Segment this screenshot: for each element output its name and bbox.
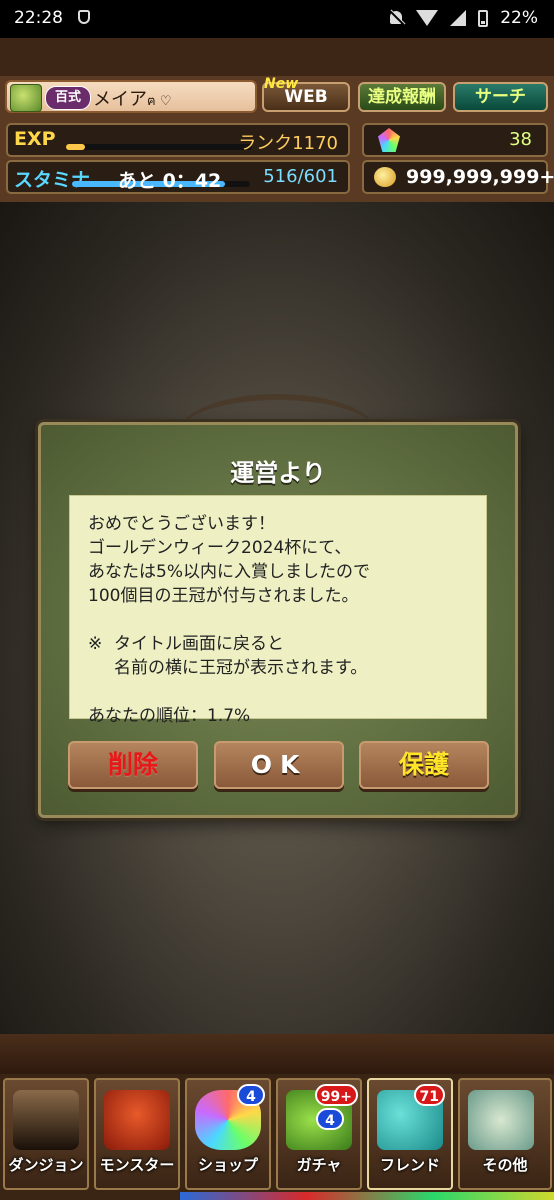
signal-icon: [450, 10, 467, 26]
nav-shop-label: ショップ: [197, 1156, 258, 1174]
new-tag: New: [264, 76, 299, 92]
notifications-off-icon: [388, 10, 404, 26]
stamina-value: 516/601: [263, 166, 338, 187]
bottom-nav: ダンジョン モンスター 4 ショップ 99+ 4 ガチャ 71 フレンド その他: [0, 1034, 554, 1200]
stamina-timer: あと 0：42: [118, 170, 222, 192]
nav-friend[interactable]: 71 フレンド: [367, 1078, 453, 1190]
player-name-bar[interactable]: 百式 メイアฅ ♡: [5, 80, 257, 113]
nav-gacha-label: ガチャ: [296, 1156, 342, 1174]
exp-label: EXP: [14, 128, 56, 150]
dialog-message-panel: おめでとうございます！ ゴールデンウィーク2024杯にて、 あなたは5%以内に入…: [69, 495, 487, 726]
nav-friend-label: フレンド: [379, 1156, 440, 1174]
status-time: 22:28: [14, 8, 63, 28]
magic-stone-counter[interactable]: 38: [362, 123, 548, 157]
rank-text: ランク1170: [238, 133, 338, 154]
magic-stone-count: 38: [509, 129, 532, 150]
notice-dialog: 運営より おめでとうございます！ ゴールデンウィーク2024杯にて、 あなたは5…: [38, 422, 518, 818]
nav-gacha[interactable]: 99+ 4 ガチャ: [276, 1078, 362, 1190]
stamina-label: スタミナ: [14, 169, 91, 191]
protect-button[interactable]: 保護: [359, 741, 489, 789]
battery-percent: 22%: [500, 8, 538, 28]
battery-icon: [478, 9, 489, 27]
exp-bar: EXP ランク1170: [6, 123, 350, 157]
question-mark-icon: [468, 1090, 534, 1150]
dragon-icon: [104, 1090, 170, 1150]
gacha-badge: 99+: [314, 1084, 358, 1106]
dungeon-gate-icon: [13, 1090, 79, 1150]
leader-avatar: [10, 84, 42, 112]
nav-shop[interactable]: 4 ショップ: [185, 1078, 271, 1190]
gacha-badge-secondary: 4: [316, 1108, 344, 1130]
coin-counter: 999,999,999+: [362, 160, 554, 194]
nav-other[interactable]: その他: [458, 1078, 552, 1190]
shield-icon: [78, 10, 90, 24]
coin-icon: [374, 167, 396, 187]
ok-button[interactable]: OK: [214, 741, 344, 789]
dialog-message: おめでとうございます！ ゴールデンウィーク2024杯にて、 あなたは5%以内に入…: [88, 514, 370, 606]
nav-dungeon-label: ダンジョン: [8, 1156, 84, 1174]
exp-fill: [66, 144, 85, 150]
dialog-note-text: タイトル画面に戻ると 名前の横に王冠が表示されます。: [114, 634, 368, 678]
delete-button[interactable]: 削除: [68, 741, 198, 789]
friend-badge: 71: [413, 1084, 445, 1106]
shop-badge: 4: [237, 1084, 265, 1106]
dialog-note: ※ タイトル画面に戻ると 名前の横に王冠が表示されます。: [88, 632, 468, 680]
nav-dungeon[interactable]: ダンジョン: [3, 1078, 89, 1190]
nav-monster[interactable]: モンスター: [94, 1078, 180, 1190]
coin-count: 999,999,999+: [406, 166, 554, 188]
dialog-rank-line: あなたの順位：1.7%: [88, 706, 251, 726]
dialog-title: 運営より: [230, 459, 326, 487]
status-bar: 22:28 22%: [0, 0, 554, 38]
note-mark: ※: [88, 634, 103, 654]
magic-stone-icon: [378, 128, 400, 152]
achievement-rewards-button[interactable]: 達成報酬: [358, 82, 446, 112]
stamina-bar: スタミナ あと 0：42 516/601: [6, 160, 350, 194]
wifi-icon: [416, 10, 439, 26]
nav-monster-label: モンスター: [99, 1156, 175, 1174]
nav-other-label: その他: [482, 1156, 528, 1174]
title-badge: 百式: [45, 86, 91, 110]
player-name: メイアฅ ♡: [93, 89, 172, 110]
search-button[interactable]: サーチ: [453, 82, 548, 112]
